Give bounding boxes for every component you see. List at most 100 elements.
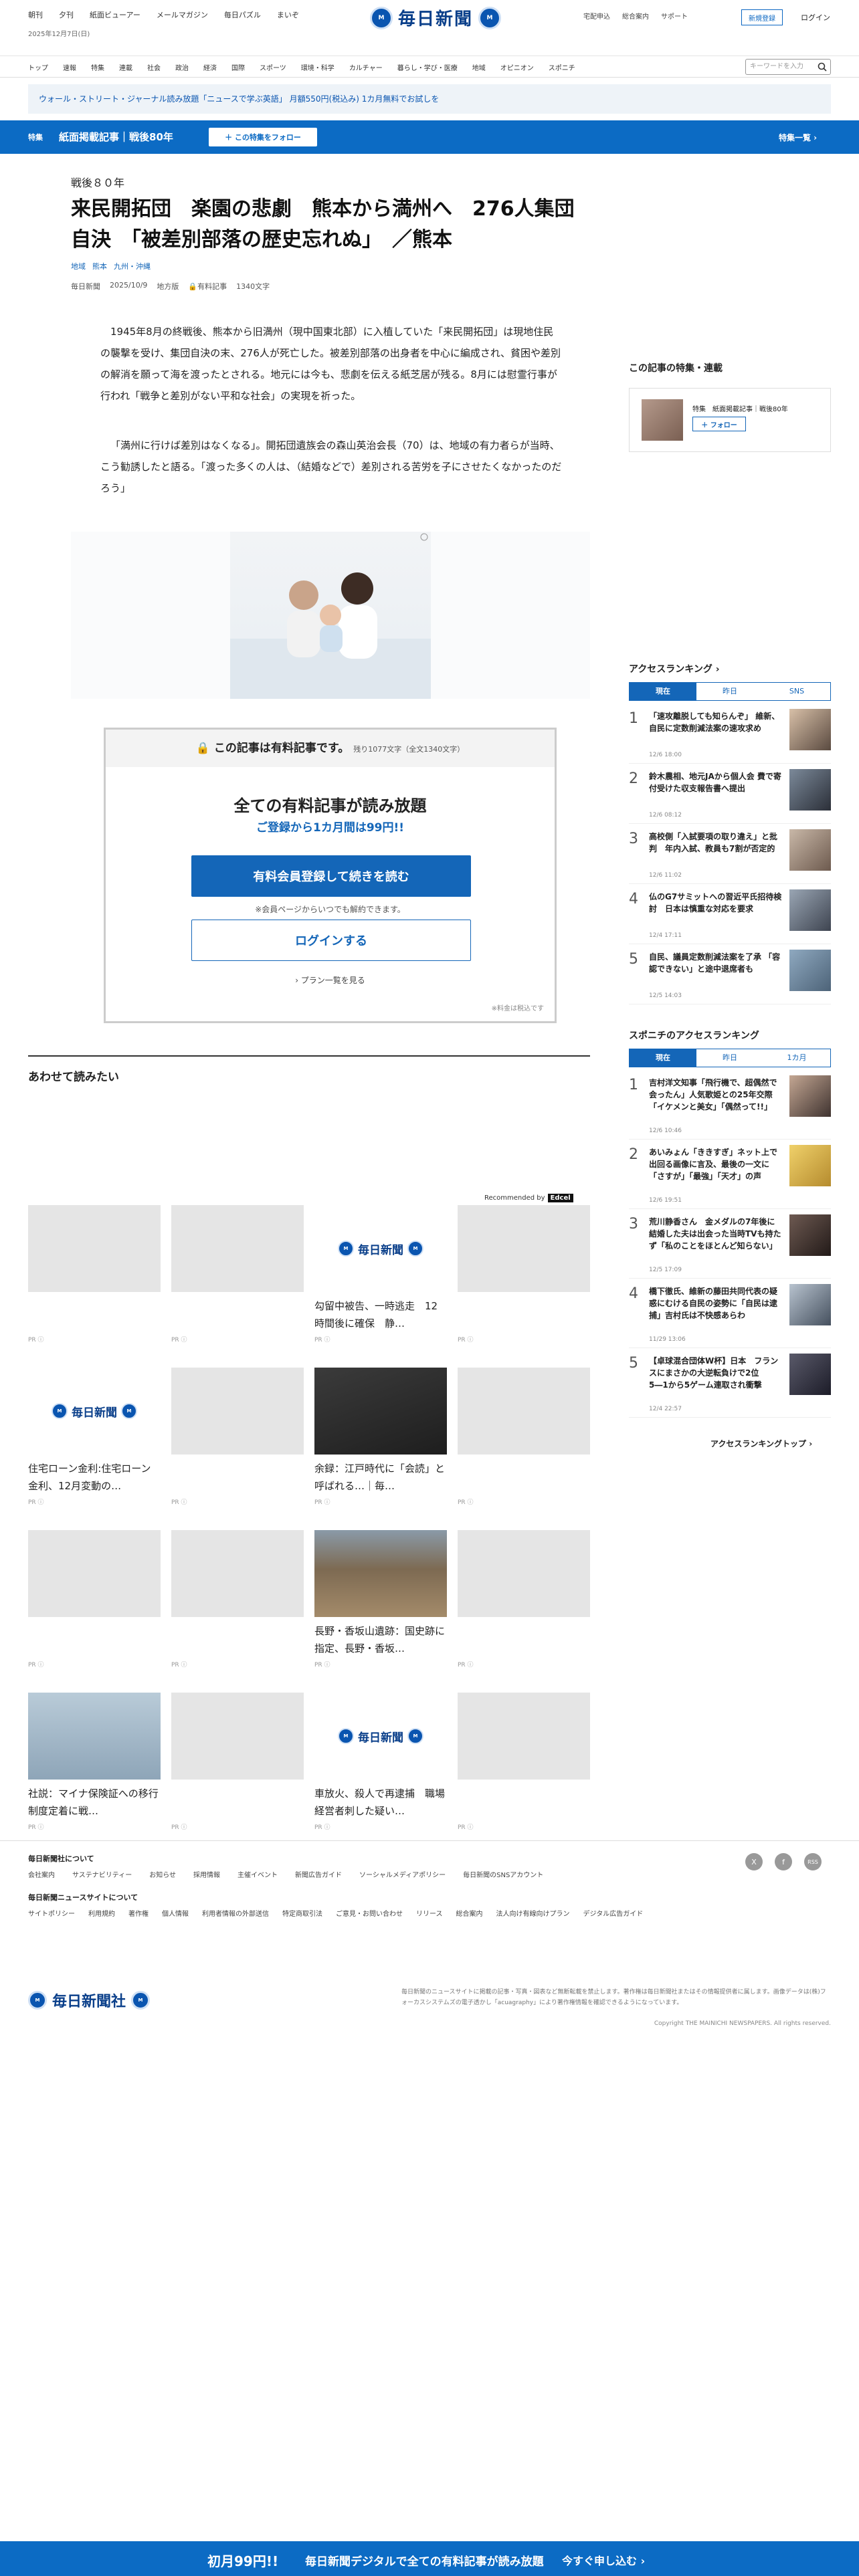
related-card-thumbnail[interactable] <box>458 1205 590 1292</box>
related-card-title[interactable]: 余録：江戸時代に「会読」と呼ばれる…｜毎… <box>314 1460 447 1495</box>
related-card-thumbnail[interactable] <box>171 1205 304 1292</box>
related-card-thumbnail[interactable] <box>458 1530 590 1617</box>
footer-link[interactable]: 個人情報 <box>162 1908 189 1918</box>
related-card[interactable]: PR ⓘ <box>28 1205 161 1344</box>
related-card-title[interactable] <box>28 1622 161 1657</box>
footer-link[interactable]: 採用情報 <box>193 1869 220 1879</box>
search-icon[interactable] <box>817 62 828 72</box>
related-card-thumbnail[interactable] <box>171 1693 304 1780</box>
nav-sponichi[interactable]: スポニチ <box>549 62 575 72</box>
tab-current[interactable]: 現在 <box>630 683 696 700</box>
related-card-thumbnail[interactable]: M 毎日新聞 M <box>28 1368 161 1455</box>
footer-link[interactable]: 会社案内 <box>28 1869 55 1879</box>
rank-headline[interactable]: 高校側「入試要項の取り違え」と批判 年内入試、教員も7割が否定的 <box>649 831 783 855</box>
pr-label[interactable]: PR ⓘ <box>171 1335 304 1344</box>
pr-label[interactable]: PR ⓘ <box>171 1660 304 1669</box>
series-follow-button[interactable]: ＋ フォロー <box>692 417 746 431</box>
bottom-subscribe-bar[interactable]: 初月99円!! 毎日新聞デジタルで全ての有料記事が読み放題 今すぐ申し込む › <box>0 2541 859 2576</box>
rank-thumbnail[interactable] <box>789 829 831 871</box>
related-card-thumbnail[interactable] <box>28 1530 161 1617</box>
related-card-thumbnail[interactable] <box>314 1530 447 1617</box>
rss-icon[interactable]: RSS <box>804 1853 822 1870</box>
sponichi-tab-month[interactable]: 1カ月 <box>763 1049 830 1067</box>
pr-label[interactable]: PR ⓘ <box>28 1822 161 1831</box>
footer-link[interactable]: ソーシャルメディアポリシー <box>359 1869 446 1879</box>
rank-thumbnail[interactable] <box>789 1354 831 1395</box>
rank-thumbnail[interactable] <box>789 1075 831 1117</box>
bottom-apply-button[interactable]: 今すぐ申し込む › <box>562 2552 645 2568</box>
ranking-row[interactable]: 1 「速攻離脱しても知らんぞ」 維新、自民に定数削減法案の速攻求め 12/6 18:… <box>629 708 831 764</box>
pr-label[interactable]: PR ⓘ <box>458 1822 590 1831</box>
related-card-title[interactable]: 車放火、殺人で再逮捕 職場経営者刺した疑い… <box>314 1785 447 1820</box>
footer-link[interactable]: 法人向け有線向けプラン <box>496 1908 570 1918</box>
pr-label[interactable]: PR ⓘ <box>458 1335 590 1344</box>
related-card-thumbnail[interactable] <box>314 1368 447 1455</box>
related-card[interactable]: PR ⓘ <box>171 1530 304 1669</box>
related-card-thumbnail[interactable]: M 毎日新聞 M <box>314 1693 447 1780</box>
nav-features[interactable]: 特集 <box>91 62 104 72</box>
related-card-title[interactable]: 住宅ローン金利:住宅ローン金利、12月変動の… <box>28 1460 161 1495</box>
rank-thumbnail[interactable] <box>789 1284 831 1325</box>
nav-top[interactable]: トップ <box>28 62 48 72</box>
footer-link[interactable]: 特定商取引法 <box>282 1908 322 1918</box>
related-card[interactable]: PR ⓘ <box>458 1205 590 1344</box>
rank-headline[interactable]: あいみょん「ききすぎ」ネット上で出回る画像に言及、最後の一文に「さすが」「最強」… <box>649 1146 783 1182</box>
feature-title[interactable]: 紙面掲載記事｜戦後80年 <box>59 130 173 144</box>
recommender-logo[interactable]: Edcel <box>547 1194 573 1202</box>
footer-link[interactable]: 利用者情報の外部送信 <box>202 1908 269 1918</box>
footer-link[interactable]: 新聞広告ガイド <box>295 1869 342 1879</box>
rank-headline[interactable]: 荒川静香さん 金メダルの7年後に結婚した夫は出会った当時TVも持たず「私のことを… <box>649 1216 783 1252</box>
footer-link[interactable]: 著作権 <box>128 1908 149 1918</box>
related-card-thumbnail[interactable] <box>171 1530 304 1617</box>
register-button[interactable]: 新規登録 <box>741 9 783 25</box>
ranking-row[interactable]: 1 吉村洋文知事「飛行機で、超偶然で会ったん」人気歌姫との25年交際「イケメンと美… <box>629 1074 831 1140</box>
subscribe-button[interactable]: 有料会員登録して続きを読む <box>191 855 471 897</box>
guide-link[interactable]: 総合案内 <box>622 11 649 21</box>
nav-sports[interactable]: スポーツ <box>260 62 286 72</box>
rank-thumbnail[interactable] <box>789 769 831 811</box>
footer-link[interactable]: 利用規約 <box>88 1908 115 1918</box>
pr-label[interactable]: PR ⓘ <box>458 1497 590 1506</box>
related-card-thumbnail[interactable] <box>458 1693 590 1780</box>
related-card[interactable]: M 毎日新聞 M 車放火、殺人で再逮捕 職場経営者刺した疑い… PR ⓘ <box>314 1693 447 1831</box>
pr-label[interactable]: PR ⓘ <box>314 1822 447 1831</box>
top-link-maizo[interactable]: まいぞ <box>277 9 299 20</box>
paywall-login-button[interactable]: ログインする <box>191 920 471 961</box>
related-card[interactable]: PR ⓘ <box>458 1368 590 1506</box>
related-card[interactable]: M 毎日新聞 M 勾留中被告、一時逃走 12時間後に確保 静… PR ⓘ <box>314 1205 447 1344</box>
pr-label[interactable]: PR ⓘ <box>171 1497 304 1506</box>
facebook-icon[interactable]: f <box>775 1853 792 1870</box>
rank-thumbnail[interactable] <box>789 889 831 931</box>
top-link-morning[interactable]: 朝刊 <box>28 9 43 20</box>
ranking-title[interactable]: アクセスランキング › <box>629 662 831 675</box>
tag-region[interactable]: 地域 <box>71 261 86 272</box>
tab-sns[interactable]: SNS <box>763 683 830 700</box>
related-card-thumbnail[interactable] <box>171 1368 304 1455</box>
advertisement[interactable] <box>71 532 590 699</box>
related-card-title[interactable] <box>171 1622 304 1657</box>
delivery-link[interactable]: 宅配申込 <box>583 11 610 21</box>
pr-label[interactable]: PR ⓘ <box>28 1497 161 1506</box>
related-card[interactable]: 余録：江戸時代に「会読」と呼ばれる…｜毎… PR ⓘ <box>314 1368 447 1506</box>
rank-headline[interactable]: 橋下徹氏、維新の藤田共同代表の疑惑にむける自民の姿勢に「自民は逮捕」吉村氏は不快… <box>649 1285 783 1321</box>
tab-yesterday[interactable]: 昨日 <box>696 683 763 700</box>
top-link-viewer[interactable]: 紙面ビューアー <box>90 9 140 20</box>
nav-opinion[interactable]: オピニオン <box>500 62 534 72</box>
related-card[interactable]: PR ⓘ <box>28 1530 161 1669</box>
footer-link[interactable]: 毎日新聞のSNSアカウント <box>463 1869 543 1879</box>
related-card-title[interactable] <box>458 1297 590 1332</box>
rank-thumbnail[interactable] <box>789 709 831 750</box>
footer-link[interactable]: サステナビリティー <box>72 1869 132 1879</box>
rank-thumbnail[interactable] <box>789 1214 831 1256</box>
feature-list-link[interactable]: 特集一覧 › <box>779 132 817 143</box>
related-card-thumbnail[interactable] <box>458 1368 590 1455</box>
related-card-title[interactable] <box>458 1460 590 1495</box>
related-card-title[interactable] <box>171 1460 304 1495</box>
ranking-row[interactable]: 3 荒川静香さん 金メダルの7年後に結婚した夫は出会った当時TVも持たず「私のこと… <box>629 1213 831 1279</box>
ranking-row[interactable]: 2 鈴木農相、地元JAから個人会 費で寄付受けた収支報告書へ提出 12/6 08:1… <box>629 768 831 824</box>
pr-label[interactable]: PR ⓘ <box>28 1660 161 1669</box>
nav-breaking[interactable]: 速報 <box>63 62 76 72</box>
related-card[interactable]: 長野・香坂山遺跡：国史跡に指定、長野・香坂… PR ⓘ <box>314 1530 447 1669</box>
related-card-title[interactable] <box>458 1622 590 1657</box>
related-card[interactable]: PR ⓘ <box>171 1368 304 1506</box>
